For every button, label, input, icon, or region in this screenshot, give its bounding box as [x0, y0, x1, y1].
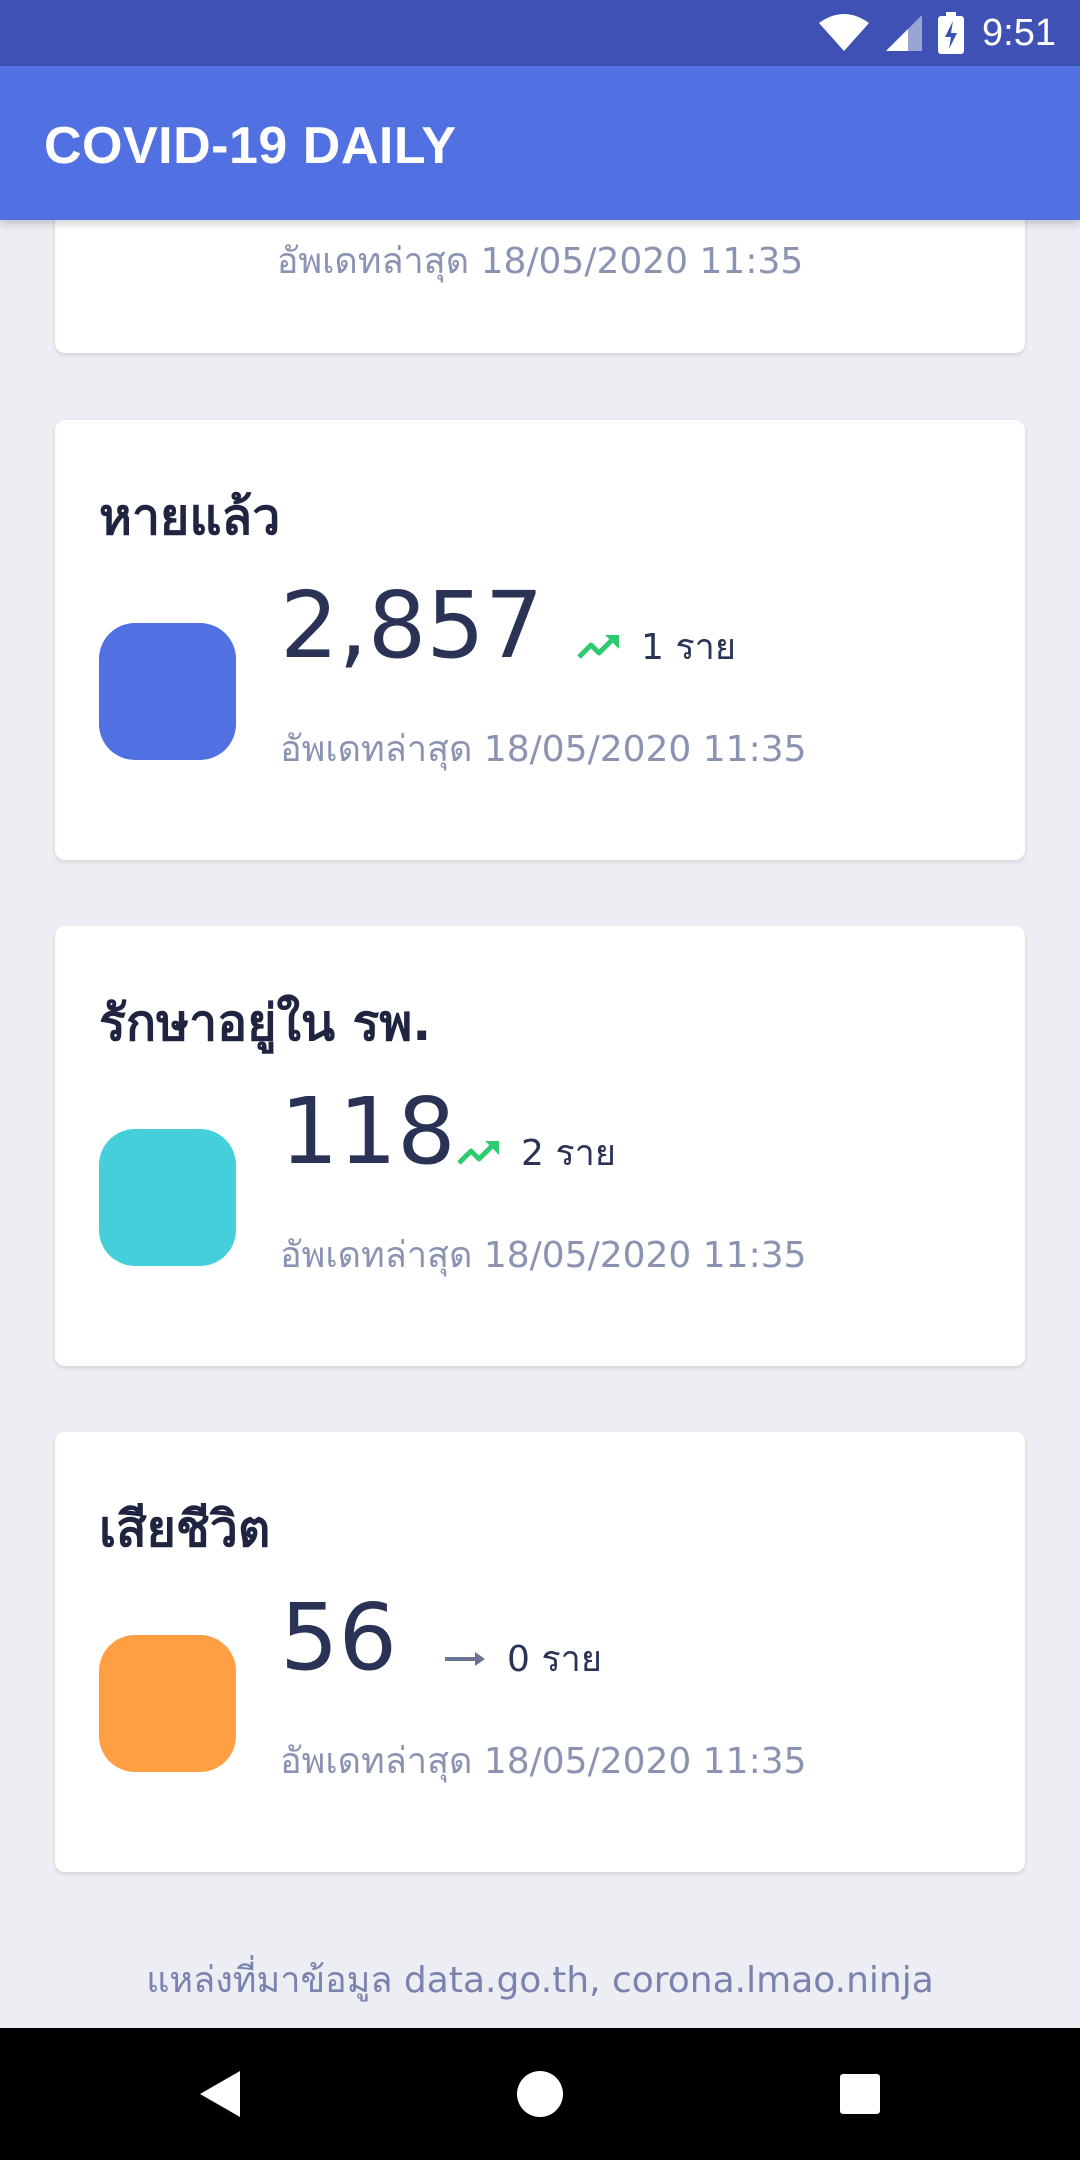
card-updated-time: อัพเดทล่าสุด 18/05/2020 11:35 — [276, 241, 804, 282]
card-change: 1 ราย — [641, 627, 736, 668]
status-bar: 9:51 — [0, 0, 1080, 66]
data-source-text: แหล่งที่มาข้อมูล data.go.th, corona.lmao… — [146, 1960, 934, 2001]
back-icon — [200, 2071, 240, 2117]
navigation-bar — [0, 2028, 1080, 2160]
cell-signal-icon — [886, 15, 923, 51]
card-trend: 1 ราย — [577, 618, 736, 675]
card-title: รักษาอยู่ใน รพ. — [99, 994, 432, 1052]
card-updated-time: อัพเดทล่าสุด 18/05/2020 11:35 — [280, 1741, 807, 1782]
recents-icon — [840, 2074, 880, 2114]
card-updated-time: อัพเดทล่าสุด 18/05/2020 11:35 — [280, 1235, 807, 1276]
card-hospitalized: รักษาอยู่ใน รพ. 118 2 ราย อัพเดทล่าสุด 1… — [55, 926, 1025, 1366]
wifi-icon — [819, 14, 870, 51]
trending-up-icon — [577, 634, 619, 659]
recents-button[interactable] — [780, 2028, 940, 2160]
color-swatch — [99, 623, 236, 760]
back-button[interactable] — [140, 2028, 300, 2160]
card-deaths: เสียชีวิต 56 0 ราย อัพเดทล่าสุด 18/05/20… — [55, 1432, 1025, 1872]
home-button[interactable] — [460, 2028, 620, 2160]
card-confirmed: อัพเดทล่าสุด 18/05/2020 11:35 — [55, 220, 1025, 353]
color-swatch — [99, 1129, 236, 1266]
card-updated-time: อัพเดทล่าสุด 18/05/2020 11:35 — [280, 729, 807, 770]
arrow-right-icon — [445, 1651, 485, 1666]
card-title: เสียชีวิต — [99, 1500, 271, 1558]
app-title: COVID-19 DAILY — [44, 117, 457, 175]
battery-charging-icon — [938, 12, 965, 54]
card-value: 118 — [280, 1078, 456, 1185]
card-recovered: หายแล้ว 2,857 1 ราย อัพเดทล่าสุด 18/05/2… — [55, 420, 1025, 860]
app-bar: COVID-19 DAILY — [0, 66, 1080, 220]
card-value: 2,857 — [280, 572, 544, 679]
card-change: 2 ราย — [521, 1133, 616, 1174]
card-trend: 0 ราย — [443, 1630, 602, 1687]
card-change: 0 ราย — [507, 1639, 602, 1680]
status-time: 9:51 — [982, 11, 1056, 54]
trending-up-icon — [457, 1140, 499, 1165]
cards-list[interactable]: อัพเดทล่าสุด 18/05/2020 11:35 หายแล้ว 2,… — [0, 220, 1080, 2028]
color-swatch — [99, 1635, 236, 1772]
card-trend: 2 ราย — [457, 1124, 616, 1181]
home-icon — [517, 2071, 563, 2117]
status-icons: 9:51 — [818, 0, 1056, 66]
card-title: หายแล้ว — [99, 488, 281, 546]
card-value: 56 — [280, 1584, 398, 1691]
